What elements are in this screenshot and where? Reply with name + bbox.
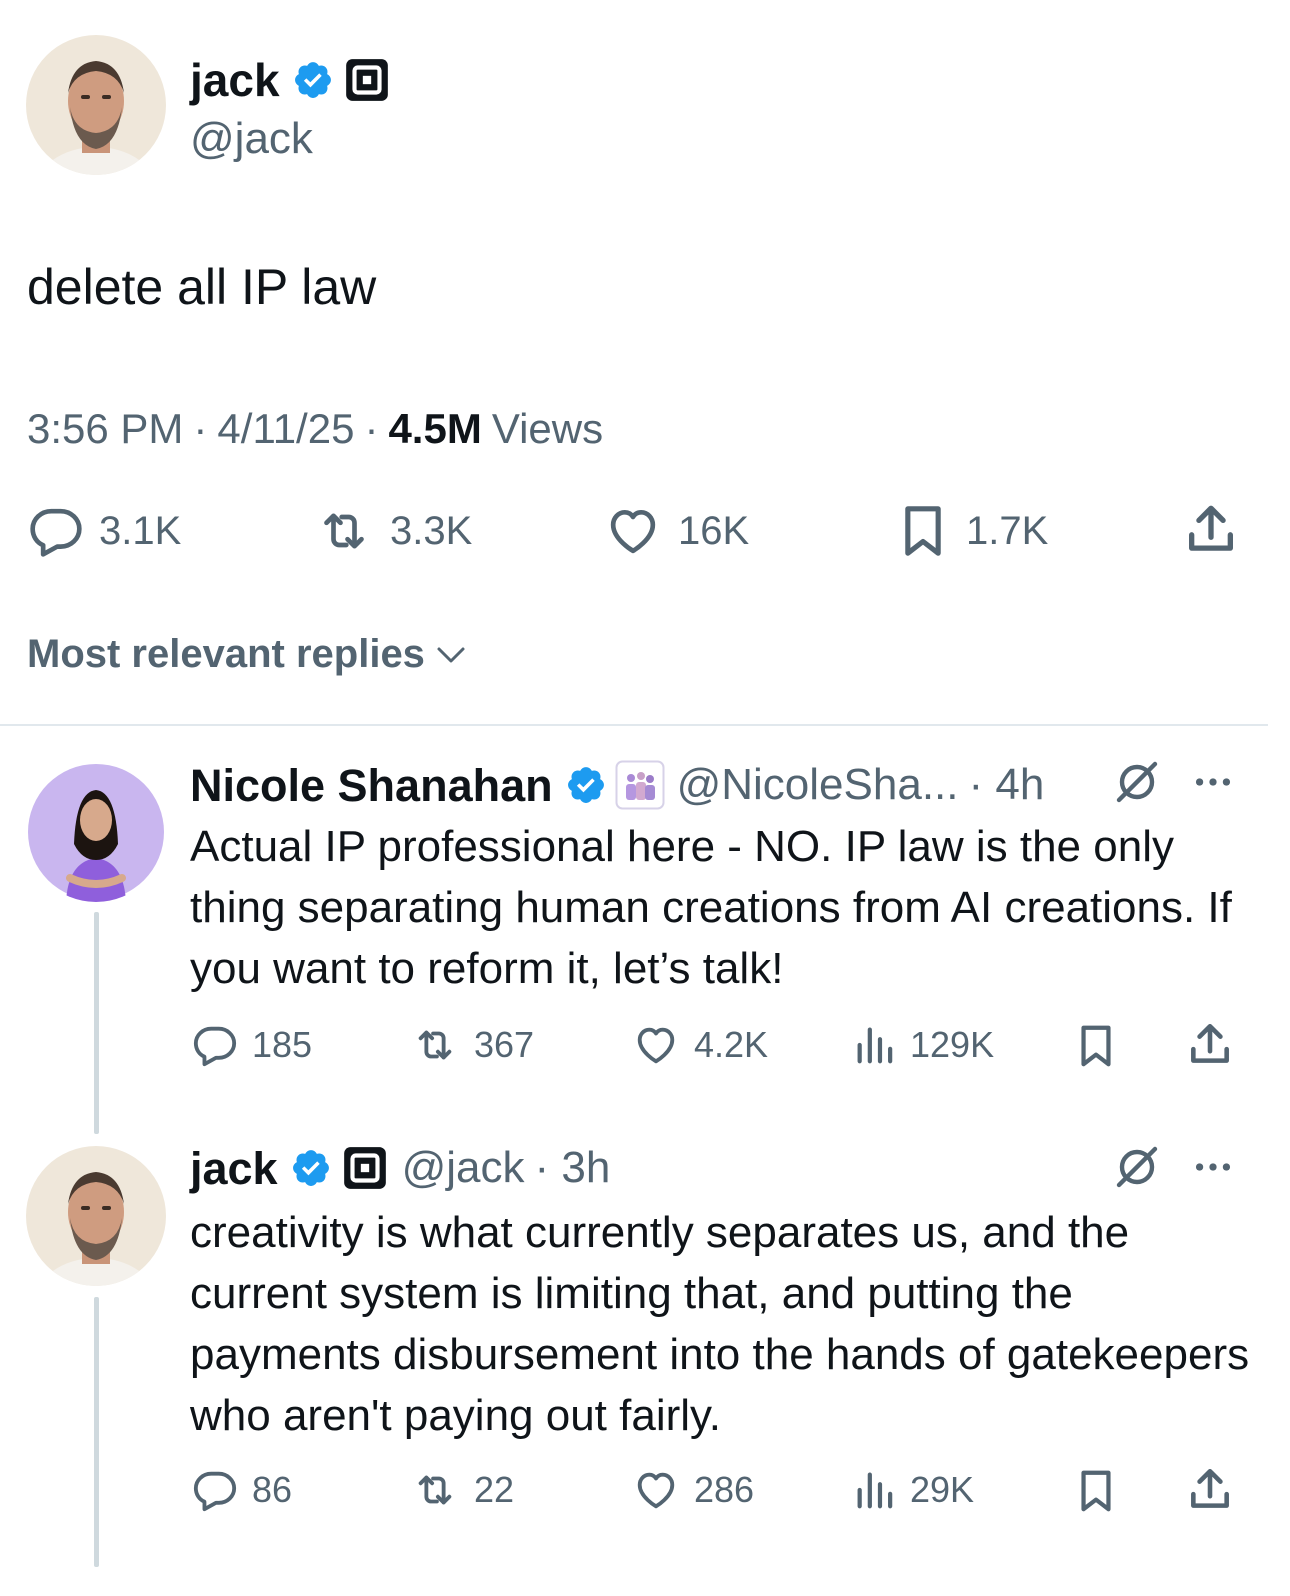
square-logo-icon[interactable] <box>340 1143 390 1193</box>
share-icon[interactable] <box>1185 1465 1235 1515</box>
verified-badge-icon <box>292 59 334 101</box>
like-count: 4.2K <box>694 1024 769 1065</box>
reply-icon <box>27 503 85 559</box>
meta-separator: · <box>364 405 379 452</box>
verified-badge-icon <box>565 764 607 806</box>
thread-connector <box>94 912 99 1134</box>
reply-author-name[interactable]: jack <box>190 1146 278 1191</box>
grok-icon[interactable] <box>1113 758 1161 806</box>
reply-text: creativity is what currently separates u… <box>190 1208 1250 1440</box>
reply-avatar[interactable] <box>26 1146 166 1286</box>
author-avatar[interactable] <box>26 35 166 175</box>
author-name[interactable]: jack <box>190 57 280 103</box>
like-icon <box>630 1022 682 1068</box>
share-icon <box>1180 501 1242 559</box>
reply-reply-button[interactable]: 86 <box>190 1467 292 1513</box>
repost-count: 3.3K <box>390 508 473 553</box>
bookmark-icon[interactable] <box>1073 1022 1119 1070</box>
reply-like-button[interactable]: 4.2K <box>630 1022 768 1068</box>
views-icon <box>852 1022 898 1068</box>
repost-icon <box>408 1022 462 1068</box>
grok-icon[interactable] <box>1113 1143 1161 1191</box>
reply-reply-button[interactable]: 185 <box>190 1022 312 1068</box>
meta-separator: · <box>193 405 208 452</box>
reply-count: 3.1K <box>99 508 182 553</box>
more-icon[interactable] <box>1190 759 1236 805</box>
reply-views-button[interactable]: 29K <box>852 1467 974 1513</box>
like-count: 16K <box>678 508 750 553</box>
avatar-image <box>26 35 166 175</box>
bookmark-button[interactable]: 1.7K <box>894 503 1048 559</box>
avatar-image <box>26 1146 166 1286</box>
reply-button[interactable]: 3.1K <box>27 503 181 559</box>
reply-repost-button[interactable]: 367 <box>408 1022 534 1068</box>
replies-sort-label: Most relevant replies <box>27 632 425 676</box>
views-count: 4.5M <box>388 405 482 452</box>
reply-count: 185 <box>252 1024 313 1065</box>
reply-text: Actual IP professional here - NO. IP law… <box>190 822 1232 993</box>
thread-connector <box>94 1297 99 1567</box>
tweet-date[interactable]: 4/11/25 <box>217 408 354 450</box>
reply-icon <box>190 1467 240 1513</box>
tweet-text: delete all IP law <box>27 259 377 315</box>
reply-avatar[interactable] <box>26 762 166 902</box>
verified-badge-icon <box>290 1147 332 1189</box>
square-logo-icon[interactable] <box>342 55 392 105</box>
like-icon <box>630 1467 682 1513</box>
reply-time[interactable]: · 3h <box>535 1146 611 1190</box>
reply-repost-button[interactable]: 22 <box>408 1467 514 1513</box>
like-count: 286 <box>694 1469 755 1510</box>
views-count: 29K <box>910 1469 975 1510</box>
tweet-time[interactable]: 3:56 PM <box>27 408 183 450</box>
reply-icon <box>190 1022 240 1068</box>
reply-author-handle[interactable]: @NicoleSha... <box>677 763 959 807</box>
avatar-image <box>26 762 166 902</box>
divider <box>0 724 1268 726</box>
share-icon[interactable] <box>1185 1020 1235 1070</box>
views-icon <box>852 1467 898 1513</box>
chevron-down-icon <box>437 647 465 662</box>
views-label[interactable]: Views <box>492 408 603 450</box>
replies-sort-dropdown[interactable]: Most relevant replies <box>27 632 469 677</box>
repost-button[interactable]: 3.3K <box>312 503 472 559</box>
more-icon[interactable] <box>1190 1144 1236 1190</box>
bookmark-icon <box>894 503 952 559</box>
reply-count: 86 <box>252 1469 293 1510</box>
reply-header: Nicole Shanahan @NicoleSha... · 4h <box>190 760 1240 810</box>
affiliate-badge-icon[interactable] <box>615 760 665 810</box>
reply-like-button[interactable]: 286 <box>630 1467 754 1513</box>
author-handle[interactable]: @jack <box>190 117 313 161</box>
reply-views-button[interactable]: 129K <box>852 1022 994 1068</box>
reply-author-name[interactable]: Nicole Shanahan <box>190 763 553 808</box>
reply-author-handle[interactable]: @jack <box>402 1146 525 1190</box>
bookmark-icon[interactable] <box>1073 1467 1119 1515</box>
tweet-meta: 3:56 PM · 4/11/25 · 4.5M Views <box>27 408 603 450</box>
repost-icon <box>408 1467 462 1513</box>
share-button[interactable] <box>1180 501 1242 559</box>
reply-time[interactable]: · 4h <box>969 763 1045 807</box>
like-button[interactable]: 16K <box>602 503 749 559</box>
repost-icon <box>312 503 376 559</box>
bookmark-count: 1.7K <box>966 508 1049 553</box>
like-icon <box>602 503 664 559</box>
repost-count: 367 <box>474 1024 535 1065</box>
author-name-row: jack <box>190 55 392 105</box>
reply-header: jack @jack · 3h <box>190 1143 610 1193</box>
views-count: 129K <box>910 1024 995 1065</box>
repost-count: 22 <box>474 1469 515 1510</box>
